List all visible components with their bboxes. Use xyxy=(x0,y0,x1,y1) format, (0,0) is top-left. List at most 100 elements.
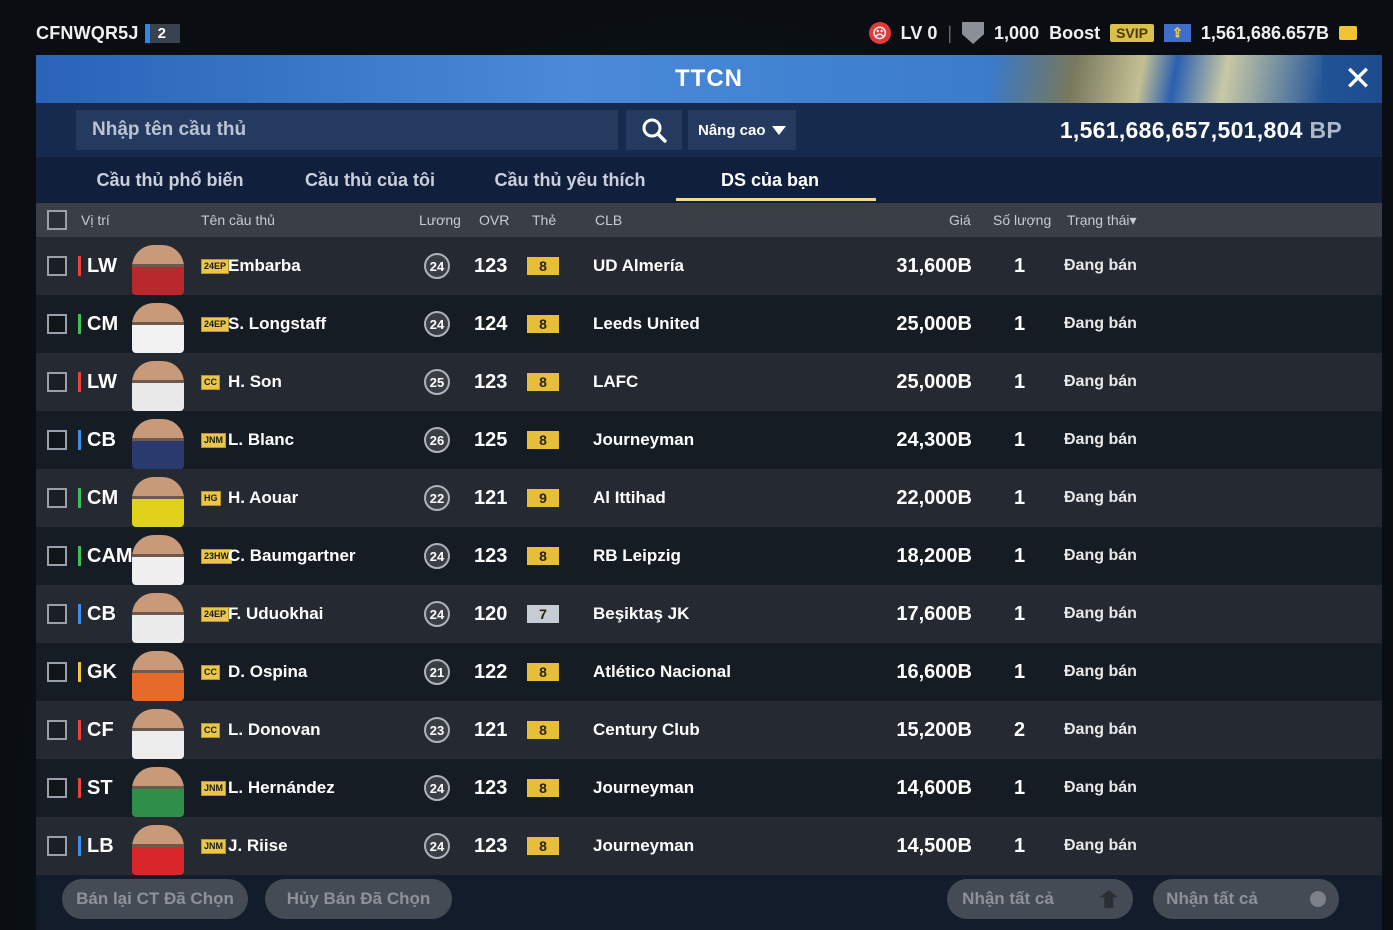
club-name: Journeyman xyxy=(593,836,695,855)
season-badge: 24EP xyxy=(201,607,230,622)
bp-value: 1,561,686,657,501,804 xyxy=(1059,116,1303,143)
col-status-sort[interactable]: Trạng thái▾ xyxy=(1067,212,1137,229)
position-label: LB xyxy=(78,836,114,856)
row-checkbox[interactable] xyxy=(47,720,67,740)
tab-my-players[interactable]: Cầu thủ của tôi xyxy=(270,157,470,203)
status-text: Đang bán xyxy=(1064,605,1137,622)
resell-selected-button[interactable]: Bán lại CT Đã Chọn xyxy=(62,879,248,919)
row-checkbox[interactable] xyxy=(47,778,67,798)
player-name: D. Ospina xyxy=(228,662,308,681)
player-name: Embarba xyxy=(228,256,301,275)
price-value: 16,600B xyxy=(896,660,972,683)
search-button[interactable] xyxy=(626,110,682,150)
ovr-value: 125 xyxy=(474,428,508,451)
quantity-value: 1 xyxy=(1014,312,1026,335)
club-name: UD Almería xyxy=(593,256,685,275)
table-row[interactable]: CM 24EP S. Longstaff 24 124 8 Leeds United 25,0… xyxy=(36,295,1382,353)
ovr-value: 123 xyxy=(474,776,508,799)
card-level-badge: 8 xyxy=(527,547,559,565)
position-label: CB xyxy=(78,604,116,624)
boost-arrow-icon[interactable]: ⇪ xyxy=(1163,24,1191,42)
table-row[interactable]: CB 24EP F. Uduokhai 24 120 7 Beşiktaş JK 17,600… xyxy=(36,585,1382,643)
salary-badge: 24 xyxy=(424,775,450,801)
price-value: 25,000B xyxy=(896,370,972,393)
status-text: Đang bán xyxy=(1064,489,1137,506)
player-name: L. Donovan xyxy=(228,720,321,739)
position-label: LW xyxy=(78,256,117,276)
header-decoration xyxy=(992,55,1322,103)
status-text: Đang bán xyxy=(1064,547,1137,564)
coin-icon xyxy=(1339,26,1357,40)
col-club: CLB xyxy=(595,212,623,228)
ovr-value: 124 xyxy=(474,312,508,335)
player-name: F. Uduokhai xyxy=(228,604,324,623)
row-checkbox[interactable] xyxy=(47,314,67,334)
table-header: Vị trí Tên cầu thủ Lương OVR Thẻ CLB Giá… xyxy=(36,203,1382,237)
table-row[interactable]: CM HG H. Aouar 22 121 9 Al Ittihad 22,000B 1 Đang… xyxy=(36,469,1382,527)
table-row[interactable]: CF CC L. Donovan 23 121 8 Century Club 15,200B 2… xyxy=(36,701,1382,759)
close-button[interactable]: ✕ xyxy=(1340,61,1376,97)
table-row[interactable]: LW 24EP Embarba 24 123 8 UD Almería 31,600B 1 Đan… xyxy=(36,237,1382,295)
table-row[interactable]: LW CC H. Son 25 123 8 LAFC 25,000B 1 Đang bán xyxy=(36,353,1382,411)
table-row[interactable]: GK CC D. Ospina 21 122 8 Atlético Nacional 16,6… xyxy=(36,643,1382,701)
player-name: L. Blanc xyxy=(228,430,295,449)
ovr-value: 123 xyxy=(474,370,508,393)
ovr-value: 121 xyxy=(474,718,508,741)
table-row[interactable]: ST JNM L. Hernández 24 123 8 Journeyman 14,600B… xyxy=(36,759,1382,817)
advanced-filter-dropdown[interactable]: Nâng cao xyxy=(688,110,796,150)
player-avatar xyxy=(132,825,184,875)
row-checkbox[interactable] xyxy=(47,604,67,624)
status-text: Đang bán xyxy=(1064,431,1137,448)
claim-all-points-button[interactable]: Nhận tất cả xyxy=(947,879,1133,919)
player-name: J. Riise xyxy=(228,836,288,855)
coin-balance: 1,561,686.657B xyxy=(1200,22,1329,43)
search-input[interactable] xyxy=(76,110,618,150)
card-level-badge: 8 xyxy=(527,837,559,855)
position-label: LW xyxy=(78,372,117,392)
position-label: CM xyxy=(78,314,118,334)
row-checkbox[interactable] xyxy=(47,546,67,566)
bp-balance: 1,561,686,657,501,804 BP xyxy=(1060,117,1342,144)
col-ovr: OVR xyxy=(479,212,510,228)
col-name: Tên cầu thủ xyxy=(201,212,275,228)
page-title: TTCN xyxy=(675,65,743,92)
tab-favorite-players[interactable]: Cầu thủ yêu thích xyxy=(470,157,670,203)
status-text: Đang bán xyxy=(1064,721,1137,738)
claim-all-label: Nhận tất cả xyxy=(962,889,1054,908)
bp-unit: BP xyxy=(1309,116,1342,143)
row-checkbox[interactable] xyxy=(47,662,67,682)
season-badge: CC xyxy=(201,665,220,680)
salary-badge: 23 xyxy=(424,717,450,743)
table-row[interactable]: CAM 23HW C. Baumgartner 24 123 8 RB Leipzig 18,… xyxy=(36,527,1382,585)
row-checkbox[interactable] xyxy=(47,372,67,392)
ovr-value: 123 xyxy=(474,544,508,567)
row-checkbox[interactable] xyxy=(47,430,67,450)
row-checkbox[interactable] xyxy=(47,836,67,856)
club-name: Al Ittihad xyxy=(593,488,666,507)
status-text: Đang bán xyxy=(1064,373,1137,390)
status-text: Đang bán xyxy=(1064,257,1137,274)
quantity-value: 1 xyxy=(1014,602,1026,625)
select-all-checkbox[interactable] xyxy=(47,210,67,230)
player-avatar xyxy=(132,303,184,353)
boost-label[interactable]: Boost xyxy=(1049,23,1100,44)
row-checkbox[interactable] xyxy=(47,256,67,276)
svip-badge[interactable]: SVIP xyxy=(1110,24,1154,42)
cancel-sale-selected-button[interactable]: Hủy Bán Đã Chọn xyxy=(265,879,452,919)
season-badge: CC xyxy=(201,375,220,390)
table-row[interactable]: CB JNM L. Blanc 26 125 8 Journeyman 24,300B 1 Đan… xyxy=(36,411,1382,469)
tab-popular-players[interactable]: Cầu thủ phổ biến xyxy=(70,157,270,203)
quantity-value: 1 xyxy=(1014,428,1026,451)
salary-badge: 22 xyxy=(424,485,450,511)
claim-all-coins-button[interactable]: Nhận tất cả xyxy=(1153,879,1339,919)
player-avatar xyxy=(132,361,184,411)
tab-your-list[interactable]: DS của bạn xyxy=(670,157,876,203)
quantity-value: 1 xyxy=(1014,544,1026,567)
table-row[interactable]: LB JNM J. Riise 24 123 8 Journeyman 14,500B 1 Đan… xyxy=(36,817,1382,875)
player-name: C. Baumgartner xyxy=(228,546,356,565)
coin-b-icon xyxy=(1309,891,1326,907)
row-checkbox[interactable] xyxy=(47,488,67,508)
quantity-value: 1 xyxy=(1014,486,1026,509)
player-avatar xyxy=(132,535,184,585)
player-avatar xyxy=(132,651,184,701)
